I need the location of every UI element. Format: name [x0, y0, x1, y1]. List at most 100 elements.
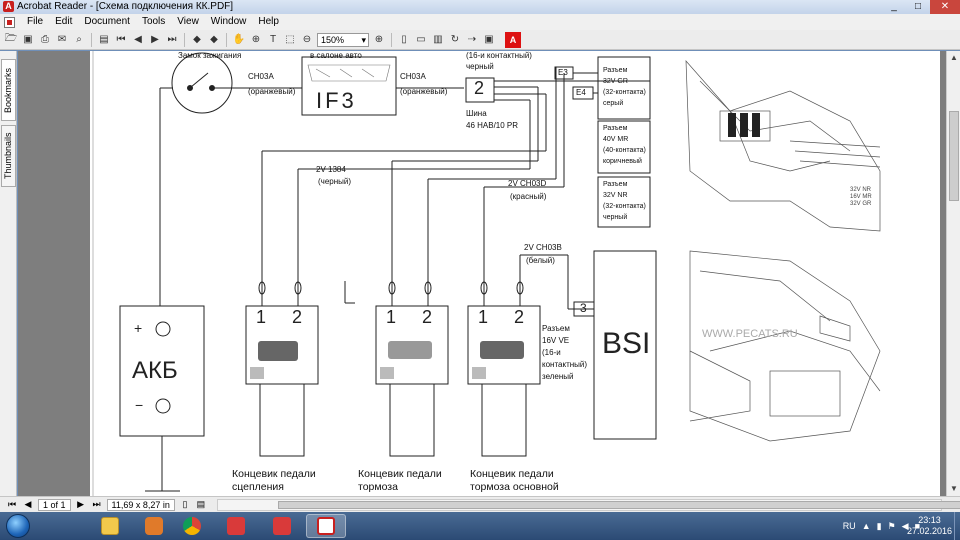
- conn1-block: Разъем 32V GR (32-контакта) серый: [603, 65, 646, 109]
- prev-page-nav-icon[interactable]: ◀: [22, 499, 34, 510]
- maximize-button[interactable]: □: [906, 0, 930, 14]
- vertical-scrollbar[interactable]: ▲ ▼: [946, 51, 960, 496]
- start-button[interactable]: [6, 514, 30, 538]
- bus-label: Шина: [466, 109, 487, 118]
- language-indicator[interactable]: RU: [843, 521, 856, 531]
- fit-page-icon[interactable]: ▭: [414, 33, 428, 47]
- next-page-nav-icon[interactable]: ▶: [75, 499, 87, 510]
- tab-thumbnails[interactable]: Thumbnails: [1, 125, 16, 187]
- print-icon[interactable]: ⎙: [38, 33, 52, 47]
- menu-document[interactable]: Document: [78, 14, 136, 30]
- switch3-pin1: 1: [478, 307, 489, 327]
- engine-label-3: 32V GR: [850, 201, 872, 207]
- forward-icon[interactable]: ◆: [207, 33, 221, 47]
- page-size: 11,69 x 8,27 in: [106, 498, 175, 511]
- engine-label-2: 16V MR: [850, 194, 872, 200]
- fit-width-icon[interactable]: ▥: [431, 33, 445, 47]
- wire-ch03a-right-color: (оранжевый): [400, 87, 448, 96]
- adobe-logo-icon[interactable]: A: [505, 31, 521, 48]
- conn2-pins: (40-контакта): [603, 147, 646, 154]
- bookmark-panel-icon[interactable]: ▤: [97, 33, 111, 47]
- bsi-conn-pins: (16-и: [542, 348, 561, 357]
- column-select-icon[interactable]: ⬚: [283, 33, 297, 47]
- last-page-nav-icon[interactable]: ⏭: [91, 499, 103, 510]
- document-viewport[interactable]: Замок зажигания в салоне авто CH03A (ора…: [18, 51, 946, 496]
- wire-ch03d-label: 2V CH03D: [508, 179, 547, 188]
- next-page-icon[interactable]: ▶: [148, 33, 162, 47]
- hand-tool-icon[interactable]: ✋: [232, 33, 246, 47]
- scroll-down-icon[interactable]: ▼: [947, 482, 960, 496]
- search-icon[interactable]: ⌕: [72, 33, 86, 47]
- switch3-pin2: 2: [514, 307, 525, 327]
- wire-ch03b-label: 2V CH03B: [524, 243, 562, 252]
- text-select-icon[interactable]: T: [266, 33, 280, 47]
- layout-continuous-icon[interactable]: ▤: [195, 499, 207, 510]
- bsi-conn-pins2: контактный): [542, 360, 588, 369]
- wire-ch03b-color: (белый): [526, 256, 555, 265]
- task-app-2[interactable]: [262, 514, 302, 538]
- menu-view[interactable]: View: [171, 14, 205, 30]
- title-bar: A Acrobat Reader - [Схема подключения КК…: [0, 0, 960, 14]
- conn3-title: Разъем: [603, 181, 628, 188]
- wire-ch03d-color: (красный): [510, 192, 547, 201]
- menu-help[interactable]: Help: [252, 14, 285, 30]
- first-page-nav-icon[interactable]: ⏮: [6, 499, 18, 510]
- bsi-conn-color: зеленый: [542, 372, 574, 381]
- show-desktop-button[interactable]: [954, 512, 960, 540]
- tray-expand-icon[interactable]: ▲: [862, 521, 871, 531]
- wiring-diagram: [92, 51, 881, 496]
- layout-single-icon[interactable]: ▯: [179, 499, 191, 510]
- zoom-in-icon[interactable]: ⊕: [372, 33, 386, 47]
- email-icon[interactable]: ✉: [55, 33, 69, 47]
- zoom-level-select[interactable]: 150%: [317, 32, 369, 47]
- task-app-1[interactable]: [216, 514, 256, 538]
- task-acrobat[interactable]: [306, 514, 346, 538]
- navigation-panel: Bookmarks Thumbnails: [0, 51, 17, 496]
- last-page-icon[interactable]: ⏭: [165, 33, 179, 47]
- task-explorer[interactable]: [90, 514, 130, 538]
- bsi-label: BSI: [602, 327, 651, 360]
- wire-ch03a-left-color: (оранжевый): [248, 87, 296, 96]
- prev-page-icon[interactable]: ◀: [131, 33, 145, 47]
- switch3-caption: Концевик педали тормоза основной: [470, 468, 559, 494]
- toolbar-divider: [391, 32, 392, 47]
- menu-window[interactable]: Window: [205, 14, 253, 30]
- send-icon[interactable]: ⇢: [465, 33, 479, 47]
- close-button[interactable]: ✕: [930, 0, 960, 14]
- minimize-button[interactable]: _: [882, 0, 906, 14]
- battery-minus: −: [135, 397, 144, 413]
- page-indicator[interactable]: 1 of 1: [38, 498, 71, 511]
- back-icon[interactable]: ◆: [190, 33, 204, 47]
- flag-icon[interactable]: ⚑: [888, 521, 896, 532]
- scroll-thumb[interactable]: [949, 111, 959, 201]
- rotate-icon[interactable]: ↻: [448, 33, 462, 47]
- tab-bookmarks[interactable]: Bookmarks: [1, 59, 16, 121]
- horizontal-scrollbar[interactable]: [216, 498, 960, 511]
- zoom-tool-icon[interactable]: ⊕: [249, 33, 263, 47]
- bsi-connector-block: Разъем 16V VE (16-и контактный) зеленый: [542, 323, 587, 383]
- menu-tools[interactable]: Tools: [136, 14, 171, 30]
- task-media[interactable]: [134, 514, 174, 538]
- options-icon[interactable]: ▣: [482, 33, 496, 47]
- network-icon[interactable]: ▮: [877, 521, 882, 532]
- conn1-pins: (32-контакта): [603, 89, 646, 96]
- switch1-caption: Концевик педали сцепления: [232, 468, 316, 494]
- save-icon[interactable]: ▣: [21, 33, 35, 47]
- task-chrome[interactable]: [172, 514, 212, 538]
- first-page-icon[interactable]: ⏮: [114, 33, 128, 47]
- scroll-up-icon[interactable]: ▲: [947, 51, 960, 65]
- system-clock[interactable]: 23:13 27.02.2016: [907, 515, 952, 537]
- switch1-pin2: 2: [292, 307, 303, 327]
- open-icon[interactable]: 🗁: [4, 33, 18, 47]
- switch2-pin2: 2: [422, 307, 433, 327]
- battery-label: АКБ: [132, 357, 178, 384]
- document-icon[interactable]: [4, 16, 15, 28]
- horizontal-scroll-thumb[interactable]: [277, 500, 960, 509]
- menu-edit[interactable]: Edit: [49, 14, 78, 30]
- e3-label: E3: [558, 68, 568, 77]
- actual-size-icon[interactable]: ▯: [397, 33, 411, 47]
- zoom-out-icon[interactable]: ⊖: [300, 33, 314, 47]
- conn3-block: Разъем 32V NR (32-контакта) черный: [603, 179, 646, 223]
- menu-file[interactable]: File: [21, 14, 49, 30]
- conn3-color: черный: [603, 214, 628, 221]
